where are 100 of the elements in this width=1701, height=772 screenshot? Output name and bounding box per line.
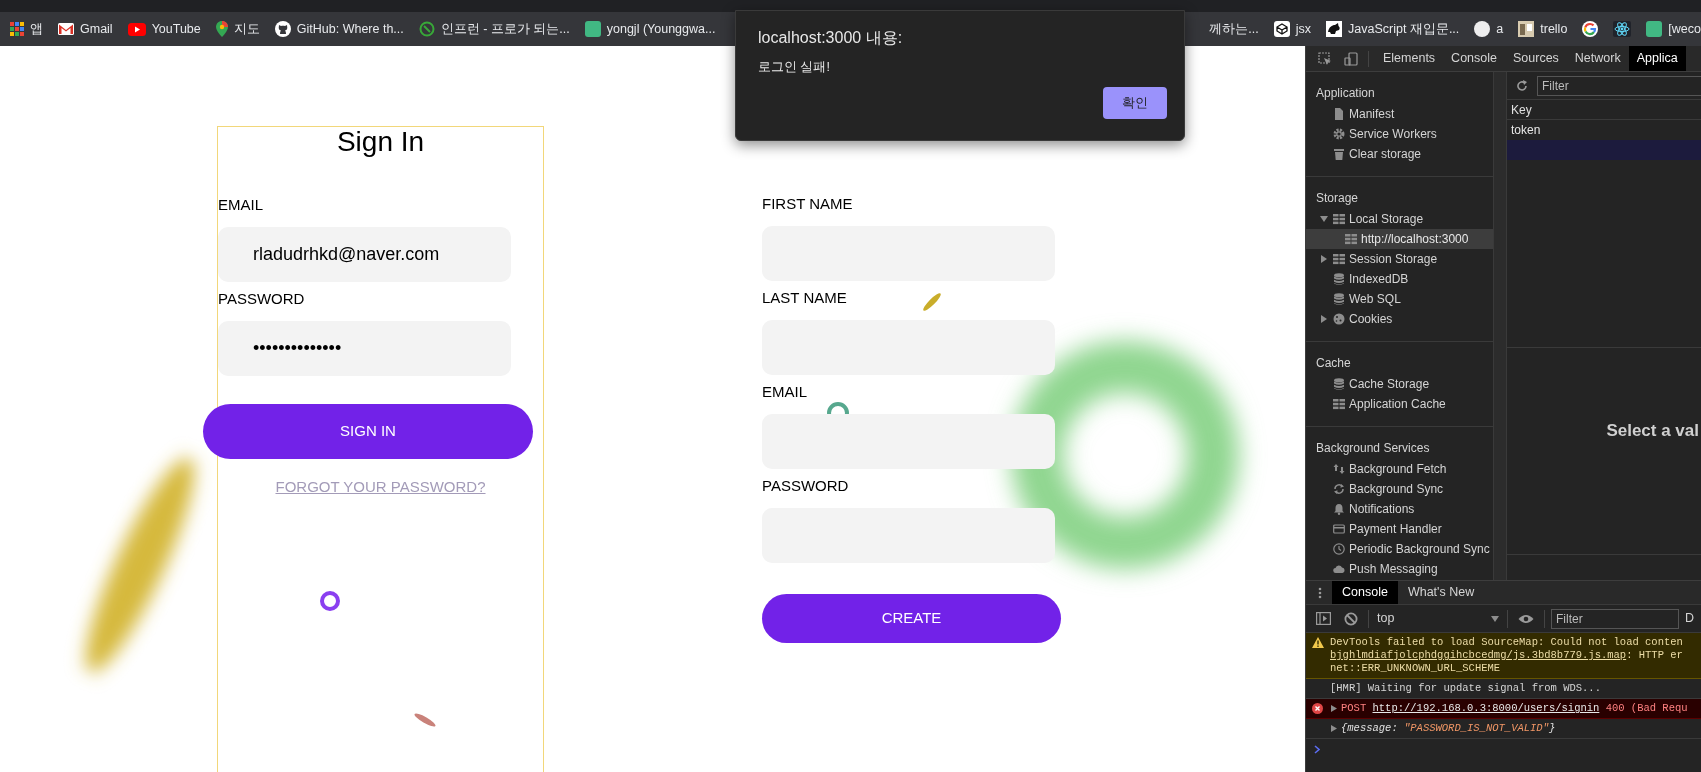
expand-arrow-icon[interactable] bbox=[1331, 705, 1337, 712]
bookmark[interactable]: GitHub: Where th... bbox=[274, 16, 404, 42]
console-message: {message: "PASSWORD_IS_NOT_VALID"} bbox=[1341, 722, 1556, 735]
thumbnail-icon bbox=[1518, 21, 1535, 37]
sidebar-item[interactable]: Periodic Background Sync bbox=[1306, 539, 1493, 559]
console-message: POST http://192.168.0.3:8000/users/signin 400 (Bad Requ bbox=[1341, 702, 1688, 715]
play-icon bbox=[127, 22, 146, 36]
sidebar-item[interactable]: Local Storage bbox=[1306, 209, 1493, 229]
devtools-tab[interactable]: Elements bbox=[1375, 46, 1444, 71]
section-heading: Storage bbox=[1315, 190, 1360, 207]
sign-in-button[interactable]: SIGN IN bbox=[203, 404, 533, 459]
scrollbar[interactable] bbox=[1493, 72, 1507, 580]
table-cell[interactable]: token bbox=[1507, 120, 1701, 140]
sidebar-item[interactable]: Notifications bbox=[1306, 499, 1493, 519]
input-field[interactable] bbox=[762, 414, 1055, 469]
filter-field[interactable]: Filter bbox=[1551, 608, 1679, 629]
field-label: FIRST NAME bbox=[762, 194, 853, 214]
leaf-shape bbox=[414, 713, 436, 727]
atom-icon bbox=[1613, 21, 1632, 37]
sidebar-item[interactable]: Application Cache bbox=[1306, 394, 1493, 414]
confirm-button[interactable]: 확인 bbox=[1103, 87, 1167, 119]
sidebar-item[interactable]: http://localhost:3000 bbox=[1306, 229, 1493, 249]
sidebar-item[interactable]: IndexedDB bbox=[1306, 269, 1493, 289]
bookmark[interactable]: Gmail bbox=[58, 16, 113, 42]
devtools-tab[interactable]: Applica bbox=[1628, 46, 1686, 71]
devtools-tab[interactable]: Console bbox=[1443, 46, 1505, 71]
device-icon[interactable] bbox=[1344, 51, 1358, 66]
animal-icon bbox=[1326, 21, 1343, 37]
field-label: EMAIL bbox=[762, 382, 807, 402]
sidebar-item[interactable]: Payment Handler bbox=[1306, 519, 1493, 539]
field-label: PASSWORD bbox=[218, 289, 306, 309]
sidebar-item[interactable]: Background Fetch bbox=[1306, 459, 1493, 479]
card-icon bbox=[1333, 523, 1345, 535]
sidebar-item[interactable]: Clear storage bbox=[1306, 144, 1493, 164]
sidebar-toggle-icon[interactable] bbox=[1316, 612, 1331, 625]
input-field[interactable] bbox=[762, 320, 1055, 375]
bookmark[interactable]: [weco bbox=[1646, 16, 1701, 42]
bookmark[interactable]: 앱 bbox=[10, 16, 43, 42]
dialog-title: localhost:3000 내용: bbox=[758, 28, 904, 48]
expand-arrow-icon[interactable] bbox=[1331, 725, 1337, 732]
input-field[interactable] bbox=[762, 508, 1055, 563]
sync-icon bbox=[1333, 483, 1345, 495]
bookmark[interactable]: 지도 bbox=[215, 16, 260, 42]
sidebar-item[interactable]: Service Workers bbox=[1306, 124, 1493, 144]
bookmark[interactable]: YouTube bbox=[127, 16, 201, 42]
bookmark[interactable]: yongjl (Younggwa... bbox=[584, 16, 716, 42]
sidebar-item[interactable]: Cache Storage bbox=[1306, 374, 1493, 394]
apps-grid-icon bbox=[10, 22, 24, 36]
bookmark[interactable]: a bbox=[1474, 16, 1504, 42]
sidebar-item[interactable]: Push Messaging bbox=[1306, 559, 1493, 579]
table-icon bbox=[1345, 233, 1357, 245]
levels-button[interactable]: D bbox=[1685, 609, 1695, 628]
console-link[interactable]: http://192.168.0.3:8000/users/signin bbox=[1372, 702, 1600, 714]
cookie-icon bbox=[1333, 313, 1345, 325]
inspect-icon[interactable] bbox=[1318, 51, 1332, 66]
table-icon bbox=[1333, 213, 1345, 225]
input-field[interactable]: •••••••••••••• bbox=[218, 321, 511, 376]
console-link[interactable]: bjghlmdiafjolcphdggihcbcedmg/js.3bd8b779.js.map bbox=[1330, 649, 1627, 661]
bookmark[interactable]: JavaScript 재입문... bbox=[1326, 16, 1460, 42]
field-label: EMAIL bbox=[218, 195, 264, 215]
filter-field[interactable]: Filter bbox=[1537, 75, 1701, 96]
envelope-icon bbox=[58, 23, 74, 35]
field-label: LAST NAME bbox=[762, 288, 847, 308]
sidebar-item[interactable]: Session Storage bbox=[1306, 249, 1493, 269]
section-heading: Background Services bbox=[1315, 440, 1431, 457]
console-message: [HMR] Waiting for update signal from WDS... bbox=[1330, 682, 1601, 695]
cat-silhouette-icon bbox=[274, 21, 291, 37]
clear-icon[interactable] bbox=[1344, 611, 1358, 626]
sidebar-item[interactable]: Manifest bbox=[1306, 104, 1493, 124]
caret-icon bbox=[1491, 615, 1499, 622]
input-field[interactable]: rladudrhkd@naver.com bbox=[218, 227, 511, 282]
refresh-icon[interactable] bbox=[1515, 78, 1529, 93]
context-selector[interactable]: top bbox=[1377, 607, 1507, 630]
table-icon bbox=[1333, 253, 1345, 265]
small-ring bbox=[320, 591, 340, 611]
create-button[interactable]: CREATE bbox=[762, 594, 1061, 643]
sidebar-item[interactable]: Web SQL bbox=[1306, 289, 1493, 309]
sidebar-item[interactable]: Cookies bbox=[1306, 309, 1493, 329]
database-icon bbox=[1333, 293, 1345, 305]
bookmark[interactable]: 인프런 - 프로가 되는... bbox=[418, 16, 570, 42]
leaf-shape bbox=[923, 293, 941, 311]
tree-arrow-icon[interactable] bbox=[1320, 255, 1328, 263]
drawer-tab[interactable]: Console bbox=[1332, 581, 1398, 604]
devtools-tab[interactable]: Network bbox=[1566, 46, 1629, 71]
drawer-tab[interactable]: What's New bbox=[1397, 581, 1485, 604]
eye-icon[interactable] bbox=[1518, 613, 1534, 624]
tree-arrow-icon[interactable] bbox=[1320, 215, 1328, 223]
tree-arrow-icon[interactable] bbox=[1320, 315, 1328, 323]
warning-icon bbox=[1312, 637, 1324, 648]
more-menu-icon[interactable] bbox=[1318, 586, 1322, 599]
cube-icon bbox=[1273, 21, 1290, 37]
bookmark[interactable]: trello bbox=[1518, 16, 1568, 42]
field-label: PASSWORD bbox=[762, 476, 849, 496]
error-icon bbox=[1312, 703, 1323, 714]
form-title: Sign In bbox=[335, 127, 426, 157]
bookmark[interactable]: jsx bbox=[1273, 16, 1312, 42]
devtools-tab[interactable]: Sources bbox=[1505, 46, 1567, 71]
sidebar-item[interactable]: Background Sync bbox=[1306, 479, 1493, 499]
bookmark[interactable]: 께하는... bbox=[1209, 16, 1259, 42]
preview-message: Select a val bbox=[1606, 420, 1699, 443]
